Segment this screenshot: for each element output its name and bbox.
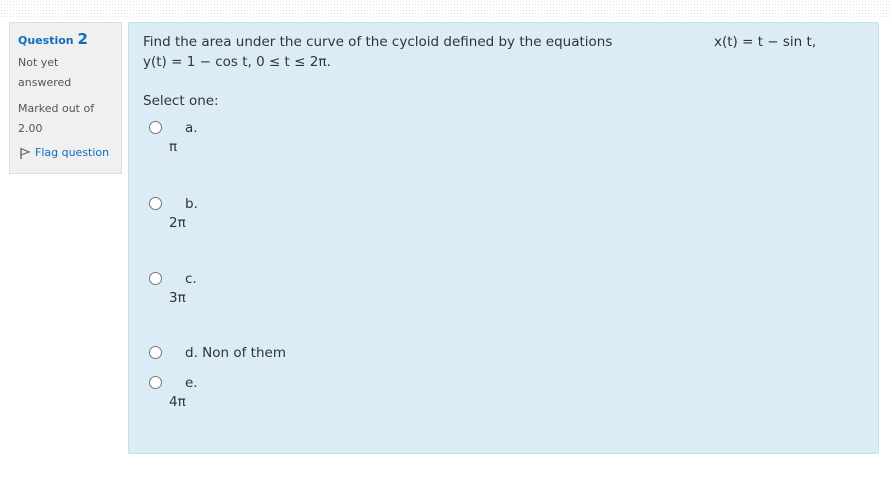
flag-question-link[interactable]: Flag question — [18, 143, 121, 163]
question-label: Question — [18, 34, 74, 47]
option-d-letter: d. Non of them — [185, 345, 286, 361]
select-one-prompt: Select one: — [143, 93, 219, 109]
option-e-radio[interactable] — [149, 376, 162, 389]
option-c-letter: c. — [185, 271, 197, 287]
question-text-line2: y(t) = 1 − cos t, 0 ≤ t ≤ 2π. — [143, 54, 331, 70]
option-d-radio[interactable] — [149, 346, 162, 359]
question-grade: Marked out of 2.00 — [18, 102, 95, 135]
flag-icon — [18, 146, 32, 160]
question-number: Question 2 — [18, 29, 121, 51]
option-b-letter: b. — [185, 196, 198, 212]
option-b-value: 2π — [169, 215, 186, 231]
option-c-radio[interactable] — [149, 272, 162, 285]
option-a-radio[interactable] — [149, 121, 162, 134]
top-dotted-strip — [0, 0, 892, 18]
question-number-value: 2 — [77, 30, 88, 48]
question-content: Find the area under the curve of the cyc… — [128, 22, 879, 454]
option-c-value: 3π — [169, 290, 186, 306]
question-state: Not yet answered — [18, 56, 72, 89]
flag-question-label: Flag question — [35, 146, 110, 159]
question-text-line1: Find the area under the curve of the cyc… — [143, 34, 613, 50]
equation-x: x(t) = t − sin t, — [714, 34, 817, 50]
option-a-value: π — [169, 139, 178, 155]
option-a-letter: a. — [185, 120, 198, 136]
question-info-panel: Question 2 Not yet answered Marked out o… — [9, 22, 122, 174]
option-b-radio[interactable] — [149, 197, 162, 210]
option-e-letter: e. — [185, 375, 198, 391]
option-e-value: 4π — [169, 394, 186, 410]
